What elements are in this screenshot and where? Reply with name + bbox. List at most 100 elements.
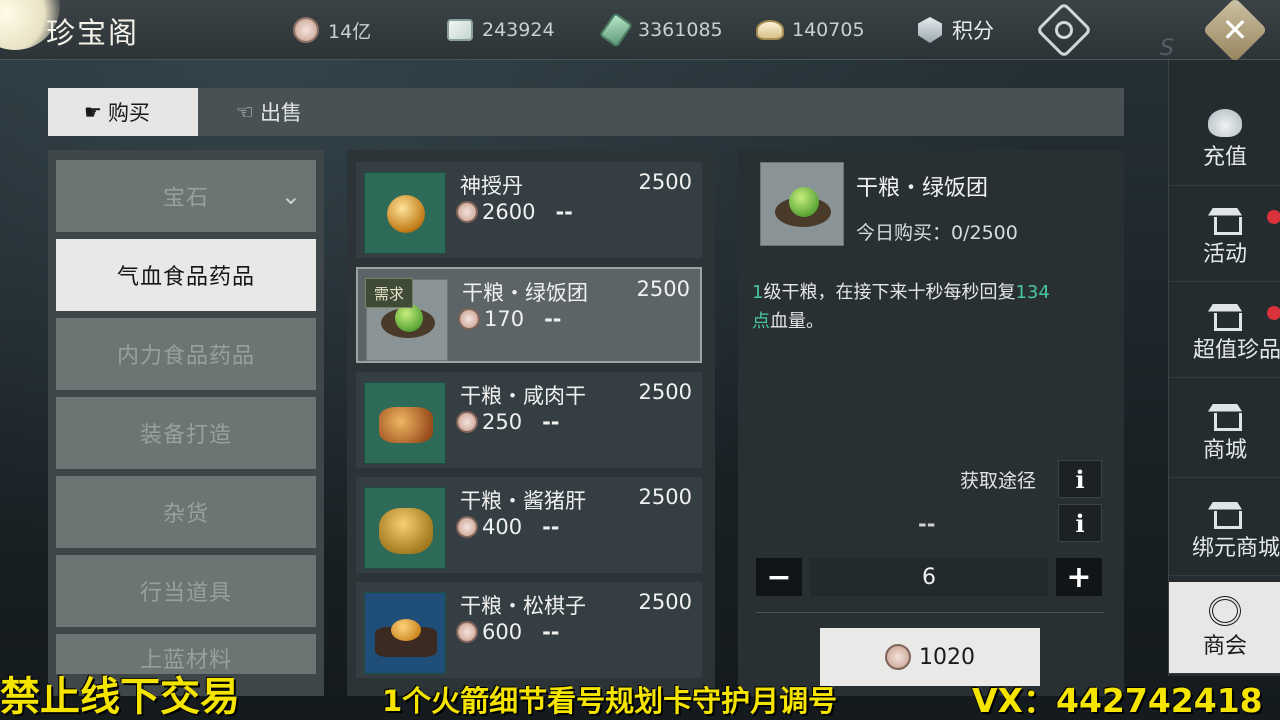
category-label: 内力食品药品 bbox=[116, 344, 255, 369]
hand-buy-icon: ☛ bbox=[84, 100, 102, 124]
currency-jade[interactable]: 3361085 bbox=[598, 12, 723, 48]
currency-value: 14亿 bbox=[328, 20, 372, 43]
notification-badge bbox=[1267, 210, 1280, 224]
category-mp-food[interactable]: 内力食品药品 bbox=[56, 318, 316, 390]
item-list: 神授丹 2500 2600 -- 需求 干粮・绿饭团 2500 170 -- 干… bbox=[347, 150, 715, 696]
banner-left-text: 禁止线下交易 bbox=[0, 674, 240, 720]
page-title: 珍宝阁 bbox=[46, 16, 140, 50]
coin-icon bbox=[458, 308, 480, 330]
item-stock: 2500 bbox=[638, 590, 692, 614]
nav-premium-treasures[interactable]: 超值珍品 bbox=[1169, 286, 1280, 378]
category-label: 气血食品药品 bbox=[116, 265, 255, 290]
silver-ingot-add-icon[interactable] bbox=[444, 14, 476, 46]
category-misc[interactable]: 杂货 bbox=[56, 476, 316, 548]
nav-mall[interactable]: 商城 bbox=[1169, 386, 1280, 478]
close-icon: ✕ bbox=[1221, 11, 1249, 49]
item-price-value: 2600 bbox=[482, 200, 536, 224]
item-status: -- bbox=[542, 620, 560, 644]
increase-button[interactable]: + bbox=[1056, 558, 1102, 596]
item-stock: 2500 bbox=[636, 277, 690, 301]
decrease-button[interactable]: − bbox=[756, 558, 802, 596]
top-bar: 珍宝阁 14亿 243924 3361085 140705 积分 S ✕ bbox=[0, 0, 1280, 63]
nav-label: 绑元商城 bbox=[1191, 535, 1280, 561]
info-icon: i bbox=[1075, 508, 1085, 538]
jerky-icon bbox=[364, 382, 446, 464]
item-status: -- bbox=[542, 515, 560, 539]
desc-level: 1 bbox=[752, 282, 764, 303]
item-price-value: 600 bbox=[482, 620, 523, 644]
desc-amount: 134 bbox=[1015, 282, 1050, 303]
currency-silver-coin[interactable]: 14亿 bbox=[290, 14, 371, 46]
pork-liver-icon bbox=[364, 487, 446, 569]
pavilion-icon bbox=[1208, 300, 1242, 331]
money-bag-icon bbox=[1208, 108, 1242, 137]
notification-badge bbox=[1267, 306, 1280, 320]
desc-text: 级干粮，在接下来十秒每秒回复 bbox=[763, 282, 1016, 303]
nav-label: 活动 bbox=[1202, 241, 1247, 267]
guild-emblem-icon bbox=[1209, 595, 1241, 626]
list-item[interactable]: 神授丹 2500 2600 -- bbox=[356, 162, 702, 258]
points-label: 积分 bbox=[952, 19, 994, 43]
category-label: 杂货 bbox=[162, 502, 209, 527]
tab-buy[interactable]: ☛ 购买 bbox=[48, 88, 198, 136]
green-rice-ball-icon bbox=[760, 162, 844, 246]
acquire-info-button[interactable]: i bbox=[1058, 460, 1102, 498]
nav-bound-mall[interactable]: 绑元商城 bbox=[1169, 484, 1280, 576]
list-item[interactable]: 干粮・酱猪肝 2500 400 -- bbox=[356, 477, 702, 573]
item-status: -- bbox=[544, 307, 562, 331]
item-name: 干粮・绿饭团 bbox=[462, 281, 588, 305]
item-name: 干粮・咸肉干 bbox=[460, 384, 586, 408]
list-item[interactable]: 需求 干粮・绿饭团 2500 170 -- bbox=[356, 267, 702, 363]
item-description: 1级干粮，在接下来十秒每秒回复134 点血量。 bbox=[752, 278, 1102, 336]
info-icon: i bbox=[1075, 464, 1085, 494]
plus-icon: + bbox=[1066, 559, 1092, 595]
item-detail-panel: 干粮・绿饭团 今日购买：0/2500 1级干粮，在接下来十秒每秒回复134 点血量… bbox=[738, 150, 1124, 696]
item-price: 400 -- bbox=[456, 515, 560, 539]
item-name: 干粮・松棋子 bbox=[460, 594, 586, 618]
nav-recharge[interactable]: 充值 bbox=[1169, 94, 1280, 186]
gold-ingot-add-icon[interactable] bbox=[754, 14, 786, 46]
nav-label: 超值珍品 bbox=[1193, 337, 1280, 363]
quantity-stepper: − 6 + bbox=[756, 556, 1104, 596]
currency-silver-ingot[interactable]: 243924 bbox=[444, 14, 555, 46]
points-button[interactable]: 积分 bbox=[914, 14, 994, 46]
desc-text-end: 血量。 bbox=[770, 311, 824, 332]
category-profession-tools[interactable]: 行当道具 bbox=[56, 555, 316, 627]
close-button[interactable]: ✕ bbox=[1200, 0, 1270, 63]
jade-add-icon[interactable] bbox=[598, 12, 634, 48]
quantity-field[interactable]: 6 bbox=[810, 558, 1048, 596]
item-status: -- bbox=[542, 410, 560, 434]
corner-watermark: S bbox=[1160, 36, 1174, 61]
nav-label: 充值 bbox=[1202, 144, 1247, 170]
currency-value: 243924 bbox=[482, 19, 555, 41]
item-name: 干粮・酱猪肝 bbox=[460, 489, 586, 513]
coin-icon bbox=[456, 201, 478, 223]
tab-sell-label: 出售 bbox=[259, 101, 302, 125]
tab-sell[interactable]: ☜ 出售 bbox=[198, 88, 368, 136]
side-navigation: 充值 活动 超值珍品 商城 绑元商城 商会 bbox=[1168, 60, 1280, 676]
category-crafting[interactable]: 装备打造 bbox=[56, 397, 316, 469]
golden-pill-icon bbox=[364, 172, 446, 254]
pavilion-icon bbox=[1208, 498, 1242, 529]
item-status: -- bbox=[555, 200, 573, 224]
settings-emblem-icon[interactable] bbox=[1035, 1, 1093, 59]
category-label: 装备打造 bbox=[139, 423, 232, 448]
status-info-button[interactable]: i bbox=[1058, 504, 1102, 542]
item-stock: 2500 bbox=[638, 380, 692, 404]
banner-middle-text: 1个火箭细节看号规划卡守护月调号 bbox=[382, 684, 838, 718]
currency-value: 140705 bbox=[792, 19, 865, 41]
nav-label: 商会 bbox=[1202, 633, 1247, 659]
nav-events[interactable]: 活动 bbox=[1169, 190, 1280, 282]
silver-coin-add-icon[interactable] bbox=[290, 14, 322, 46]
category-gems[interactable]: 宝石 ⌄ bbox=[56, 160, 316, 232]
currency-value: 3361085 bbox=[638, 19, 723, 41]
daily-purchase-limit: 今日购买：0/2500 bbox=[856, 222, 1018, 244]
coin-icon bbox=[456, 621, 478, 643]
category-label: 行当道具 bbox=[139, 581, 232, 606]
category-hp-food[interactable]: 气血食品药品 bbox=[56, 239, 316, 311]
list-item[interactable]: 干粮・咸肉干 2500 250 -- bbox=[356, 372, 702, 468]
green-rice-ball-icon: 需求 bbox=[365, 278, 448, 361]
currency-gold-ingot[interactable]: 140705 bbox=[754, 14, 865, 46]
minus-icon: − bbox=[766, 559, 792, 595]
need-tag: 需求 bbox=[365, 278, 413, 308]
